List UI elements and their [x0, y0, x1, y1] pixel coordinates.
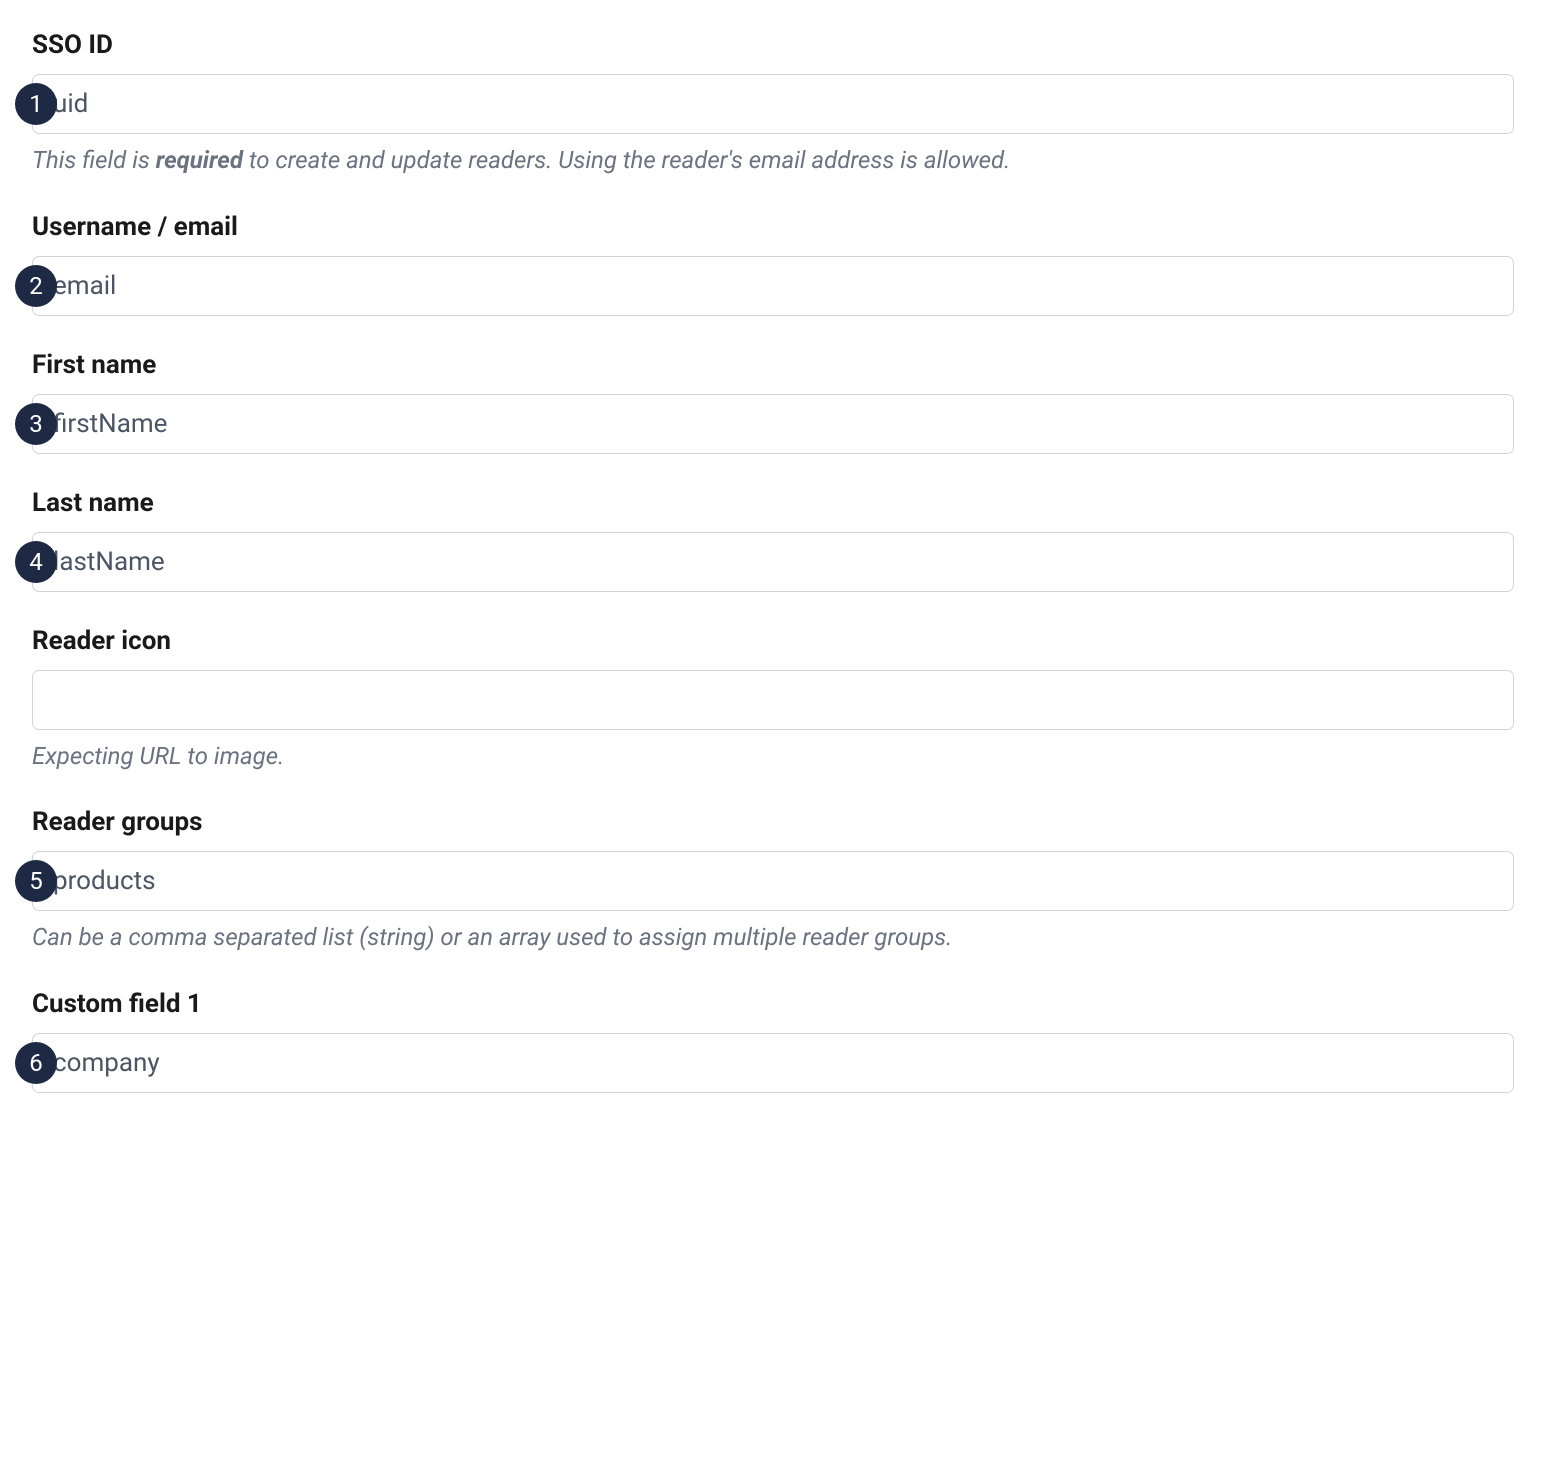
label-username-email: Username / email [32, 212, 1514, 242]
badge-3: 3 [15, 403, 57, 445]
help-text-reader-groups: Can be a comma separated list (string) o… [32, 921, 1514, 955]
badge-1: 1 [15, 83, 57, 125]
badge-5: 5 [15, 860, 57, 902]
badge-4: 4 [15, 541, 57, 583]
help-text-sso-id: This field is required to create and upd… [32, 144, 1514, 178]
input-wrapper: 3 [32, 394, 1514, 454]
input-wrapper: 2 [32, 256, 1514, 316]
input-wrapper: 6 [32, 1033, 1514, 1093]
badge-6: 6 [15, 1042, 57, 1084]
help-text-reader-icon: Expecting URL to image. [32, 740, 1514, 774]
label-first-name: First name [32, 350, 1514, 380]
label-sso-id: SSO ID [32, 30, 1514, 60]
input-wrapper: 1 [32, 74, 1514, 134]
input-wrapper [32, 670, 1514, 730]
label-custom-field-1: Custom field 1 [32, 989, 1514, 1019]
input-wrapper: 5 [32, 851, 1514, 911]
badge-2: 2 [15, 265, 57, 307]
sso-id-input[interactable] [32, 74, 1514, 134]
username-email-input[interactable] [32, 256, 1514, 316]
form-group-reader-groups: Reader groups 5 Can be a comma separated… [32, 807, 1514, 955]
form-group-sso-id: SSO ID 1 This field is required to creat… [32, 30, 1514, 178]
label-reader-icon: Reader icon [32, 626, 1514, 656]
input-wrapper: 4 [32, 532, 1514, 592]
form-group-reader-icon: Reader icon Expecting URL to image. [32, 626, 1514, 774]
label-last-name: Last name [32, 488, 1514, 518]
custom-field-1-input[interactable] [32, 1033, 1514, 1093]
form-group-username-email: Username / email 2 [32, 212, 1514, 316]
last-name-input[interactable] [32, 532, 1514, 592]
reader-icon-input[interactable] [32, 670, 1514, 730]
first-name-input[interactable] [32, 394, 1514, 454]
form-group-last-name: Last name 4 [32, 488, 1514, 592]
reader-groups-input[interactable] [32, 851, 1514, 911]
form-group-custom-field-1: Custom field 1 6 [32, 989, 1514, 1093]
label-reader-groups: Reader groups [32, 807, 1514, 837]
form-group-first-name: First name 3 [32, 350, 1514, 454]
